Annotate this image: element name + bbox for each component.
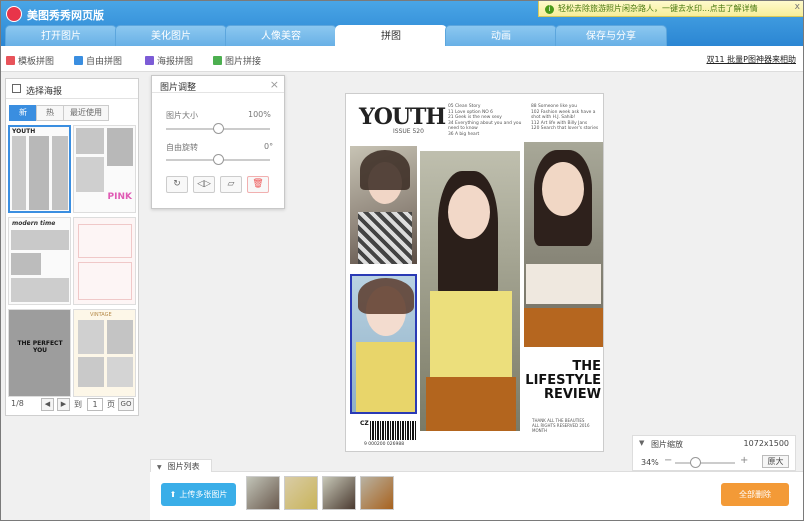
rotate-icon[interactable]: ↻ [166, 176, 188, 193]
template-thumb-vintage[interactable]: VINTAGE [73, 309, 136, 397]
zoom-title: 图片缩放 [651, 440, 683, 449]
info-icon: i [545, 5, 554, 14]
poster-title: YOUTH [359, 104, 446, 130]
go-button[interactable]: GO [118, 398, 134, 411]
promo-close-icon[interactable]: x [795, 2, 800, 12]
page-input[interactable]: 1 [87, 398, 103, 411]
barcode-label: CZ [360, 420, 369, 427]
promo-text[interactable]: 轻松去除旅游照片闲杂路人，一键去水印...点击了解详情 [558, 4, 758, 13]
template-thumb-modern-time[interactable]: modern time [8, 217, 71, 305]
size-slider-knob[interactable] [213, 123, 224, 134]
zoom-in-icon[interactable]: + [740, 455, 748, 466]
zoom-panel: ▼ 图片缩放 1072x1500 34% − + 原大 [632, 435, 796, 471]
flip-horizontal-icon[interactable]: ◁▷ [193, 176, 215, 193]
poster-canvas[interactable]: YOUTH ISSUE 520 05 Clean Story 11 Love op… [345, 93, 604, 452]
page-unit: 页 [107, 400, 115, 409]
subitem-poster[interactable]: 海报拼图 [145, 54, 193, 67]
template-thumb-youth[interactable]: YOUTH [8, 125, 71, 213]
app-title: 美图秀秀网页版 [27, 9, 104, 22]
tab-new[interactable]: 新 [9, 105, 37, 121]
subitem-join[interactable]: 图片拼接 [213, 54, 261, 67]
subitem-free[interactable]: 自由拼图 [74, 54, 122, 67]
rotate-slider[interactable] [166, 154, 270, 165]
zoom-percent: 34% [641, 458, 659, 467]
tab-animation[interactable]: 动画 [445, 25, 557, 46]
tab-portrait[interactable]: 人像美容 [225, 25, 337, 46]
barcode-icon [370, 421, 416, 440]
photo-slot-4[interactable] [524, 142, 603, 347]
size-value: 100% [248, 110, 271, 119]
contents-column-1: 05 Clean Story 11 Love option NO 6 21 Geek… [448, 104, 522, 137]
poster-headline: THE LIFESTYLE REVIEW [525, 359, 601, 402]
tab-collage[interactable]: 拼图 [335, 25, 447, 46]
template-thumb-pink-frame[interactable] [73, 217, 136, 305]
original-size-button[interactable]: 原大 [762, 455, 789, 468]
page-indicator: 1/8 [11, 399, 24, 408]
promo-banner[interactable]: i 轻松去除旅游照片闲杂路人，一键去水印...点击了解详情 x [538, 0, 804, 17]
rotate-label: 自由旋转 [166, 143, 198, 152]
tab-open-image[interactable]: 打开图片 [5, 25, 117, 46]
poster-template-panel: 选择海报 新 热 最近使用 YOUTH PINK modern time THE… [5, 78, 139, 416]
poster-icon [12, 84, 21, 93]
poster-issue: ISSUE 520 [393, 128, 424, 135]
next-page-icon[interactable]: ▶ [57, 398, 70, 411]
tab-save-share[interactable]: 保存与分享 [555, 25, 667, 46]
subitem-template[interactable]: 模板拼图 [6, 54, 54, 67]
prev-page-icon[interactable]: ◀ [41, 398, 54, 411]
tab-hot[interactable]: 热 [36, 105, 64, 121]
goto-label: 到 [74, 400, 82, 409]
photo-slot-1[interactable] [350, 146, 417, 264]
rotate-value: 0° [264, 142, 274, 151]
image-list-thumb-3[interactable] [322, 476, 356, 510]
zoom-slider[interactable] [675, 457, 735, 468]
delete-icon[interactable]: 🗑 [247, 176, 269, 193]
image-list-tab[interactable]: ▼ 图片列表 [150, 459, 212, 472]
collapse-icon[interactable]: ▼ [639, 439, 644, 447]
upload-arrow-icon: ⬆ [169, 490, 177, 499]
zoom-out-icon[interactable]: − [664, 455, 672, 466]
tab-recent[interactable]: 最近使用 [63, 105, 109, 121]
image-list-thumb-2[interactable] [284, 476, 318, 510]
swap-image-icon[interactable]: ▱ [220, 176, 242, 193]
photo-slot-2-selected[interactable] [350, 274, 417, 414]
upload-multiple-button[interactable]: ⬆ 上传多张图片 [161, 483, 236, 506]
image-size: 1072x1500 [743, 439, 789, 448]
image-list-thumb-1[interactable] [246, 476, 280, 510]
image-list-thumb-4[interactable] [360, 476, 394, 510]
template-thumb-pink[interactable]: PINK [73, 125, 136, 213]
delete-all-button[interactable]: 全部删除 [721, 483, 789, 506]
zoom-slider-knob[interactable] [690, 457, 702, 468]
template-pager: 1/8 ◀ ▶ 到 1 页 GO [11, 398, 134, 412]
panel-header: 选择海报 [6, 79, 138, 99]
size-slider[interactable] [166, 123, 270, 134]
template-icon [6, 56, 15, 65]
rotate-slider-knob[interactable] [213, 154, 224, 165]
image-adjust-panel: 图片调整 × 图片大小 100% 自由旋转 0° ↻ ◁▷ ▱ 🗑 [151, 75, 285, 209]
sub-toolbar: 模板拼图 自由拼图 海报拼图 图片拼接 双11 批量P图神器来相助 [0, 46, 804, 72]
batch-edit-link[interactable]: 双11 批量P图神器来相助 [706, 54, 796, 65]
main-tabs: 打开图片 美化图片 人像美容 拼图 动画 保存与分享 [5, 25, 795, 46]
contents-column-2: 88 Someone like you 102 Fashion week ask … [531, 104, 599, 132]
poster-icon [145, 56, 154, 65]
photo-slot-3[interactable] [420, 151, 520, 431]
adjust-header: 图片调整 × [152, 76, 284, 93]
join-icon [213, 56, 222, 65]
title-bar: 美图秀秀网页版 i 轻松去除旅游照片闲杂路人，一键去水印...点击了解详情 x 打… [0, 0, 804, 46]
template-thumb-perfect-you[interactable]: THE PERFECT YOU [8, 309, 71, 397]
free-collage-icon [74, 56, 83, 65]
barcode-number: 9 000200 026988 [364, 442, 405, 447]
tab-beautify[interactable]: 美化图片 [115, 25, 227, 46]
collapse-icon: ▼ [157, 464, 162, 471]
app-logo-icon [6, 6, 22, 22]
close-icon[interactable]: × [270, 78, 279, 91]
poster-footer: THANK ALL THE BEAUTIES ALL RIGHTS RESERV… [532, 418, 590, 433]
size-label: 图片大小 [166, 111, 198, 120]
